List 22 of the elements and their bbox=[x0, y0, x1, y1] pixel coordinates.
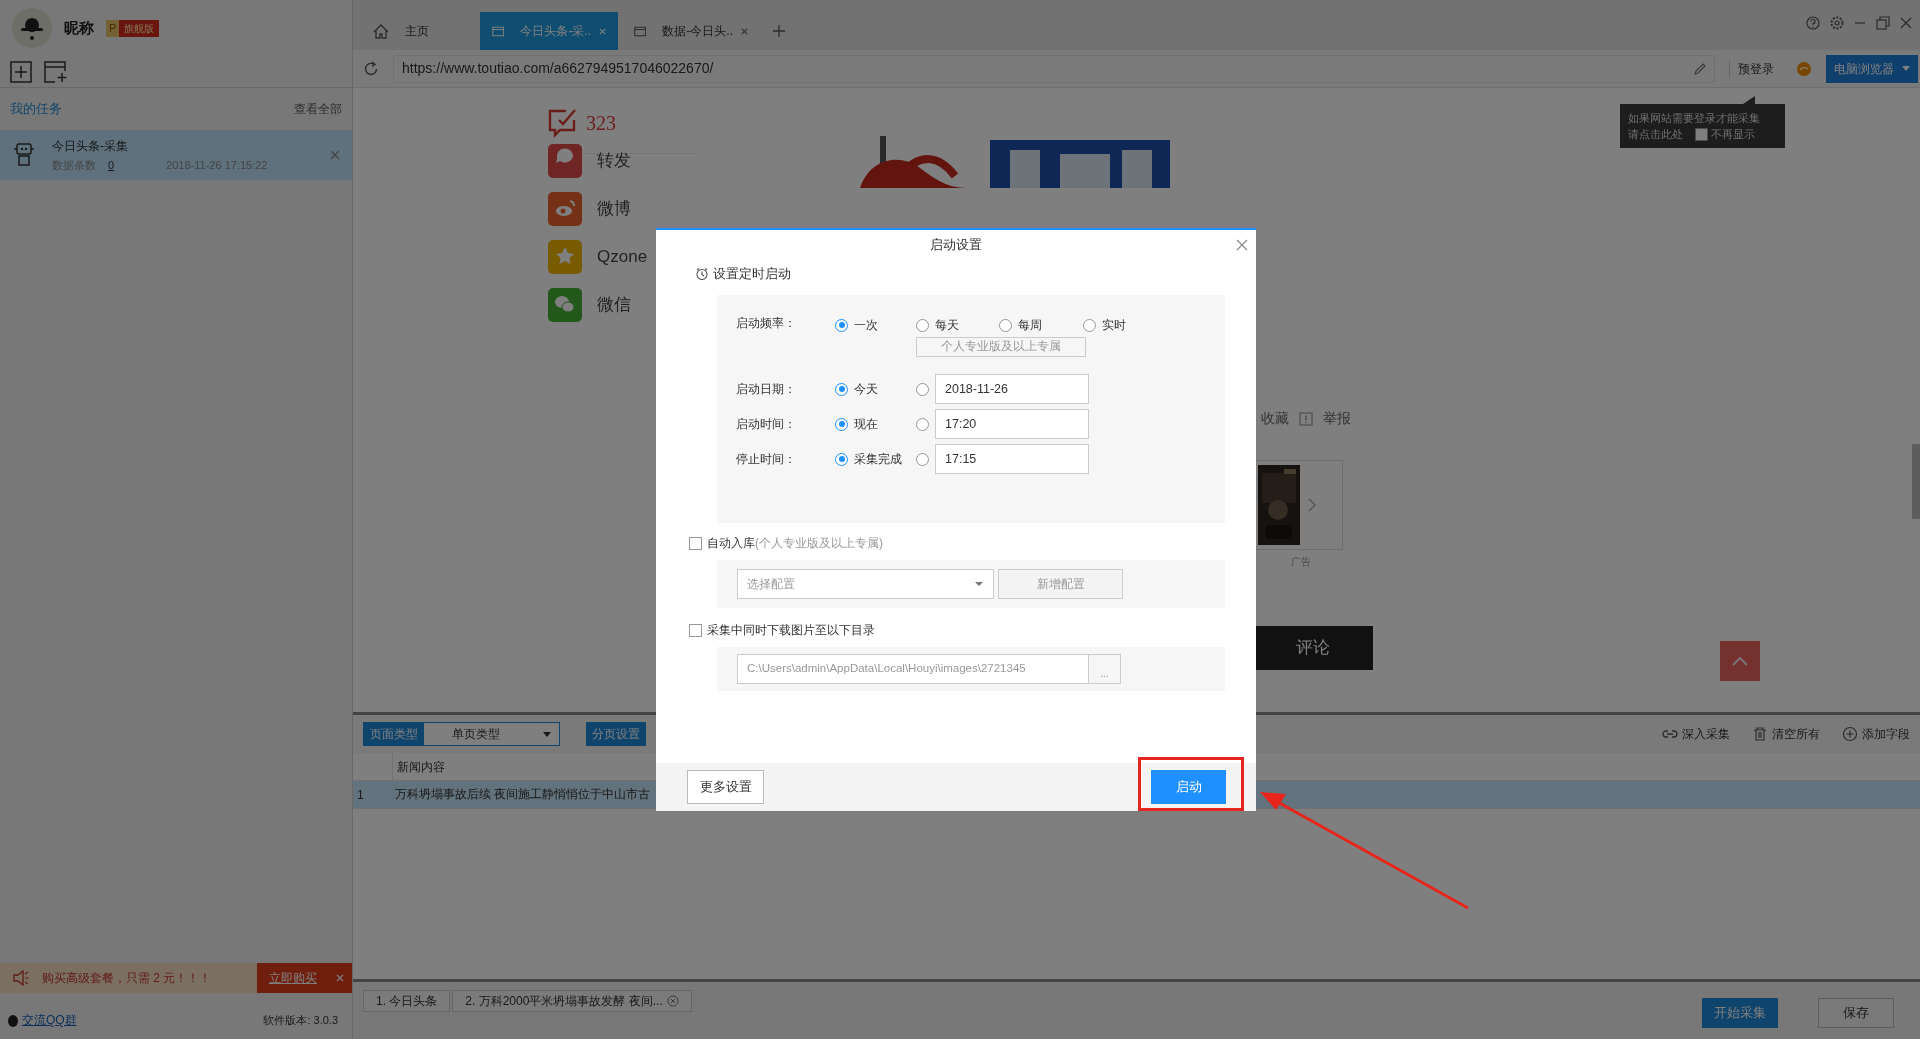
edition-badge: 旗舰版 bbox=[119, 19, 160, 37]
task-name: 今日头条-采集 bbox=[52, 137, 129, 155]
pro-only-note: 个人专业版及以上专属 bbox=[916, 337, 1086, 357]
version-text: 软件版本: 3.0.3 bbox=[263, 1012, 338, 1028]
section-title: 我的任务 bbox=[10, 100, 62, 119]
count-value: 0 bbox=[108, 157, 115, 173]
comment-count: 323 bbox=[586, 111, 616, 136]
tooltip-text: 如果网站需要登录才能采集 bbox=[1628, 111, 1761, 126]
tooltip-text: 请点击此处 bbox=[1628, 127, 1683, 142]
field-label: 启动日期： bbox=[736, 381, 797, 398]
field-label: 启动频率： bbox=[736, 315, 797, 332]
checkbox-label: 不再显示 bbox=[1711, 127, 1755, 142]
table-cell-text: 万科坍塌事故后续 夜间施工静悄悄位于中山市古 bbox=[394, 786, 651, 802]
user-nickname: 昵称 bbox=[64, 17, 94, 38]
row-number: 1 bbox=[356, 786, 365, 804]
field-label: 启动时间： bbox=[736, 416, 797, 433]
section-title: 设置定时启动 bbox=[713, 265, 791, 284]
dialog-title: 启动设置 bbox=[930, 236, 982, 255]
column-header: 新闻内容 bbox=[396, 758, 446, 776]
promo-text: 购买高级套餐，只需 2 元！！！ bbox=[42, 970, 212, 987]
field-label: 停止时间： bbox=[736, 451, 797, 468]
pro-only-note: (个人专业版及以上专属) bbox=[755, 535, 883, 552]
